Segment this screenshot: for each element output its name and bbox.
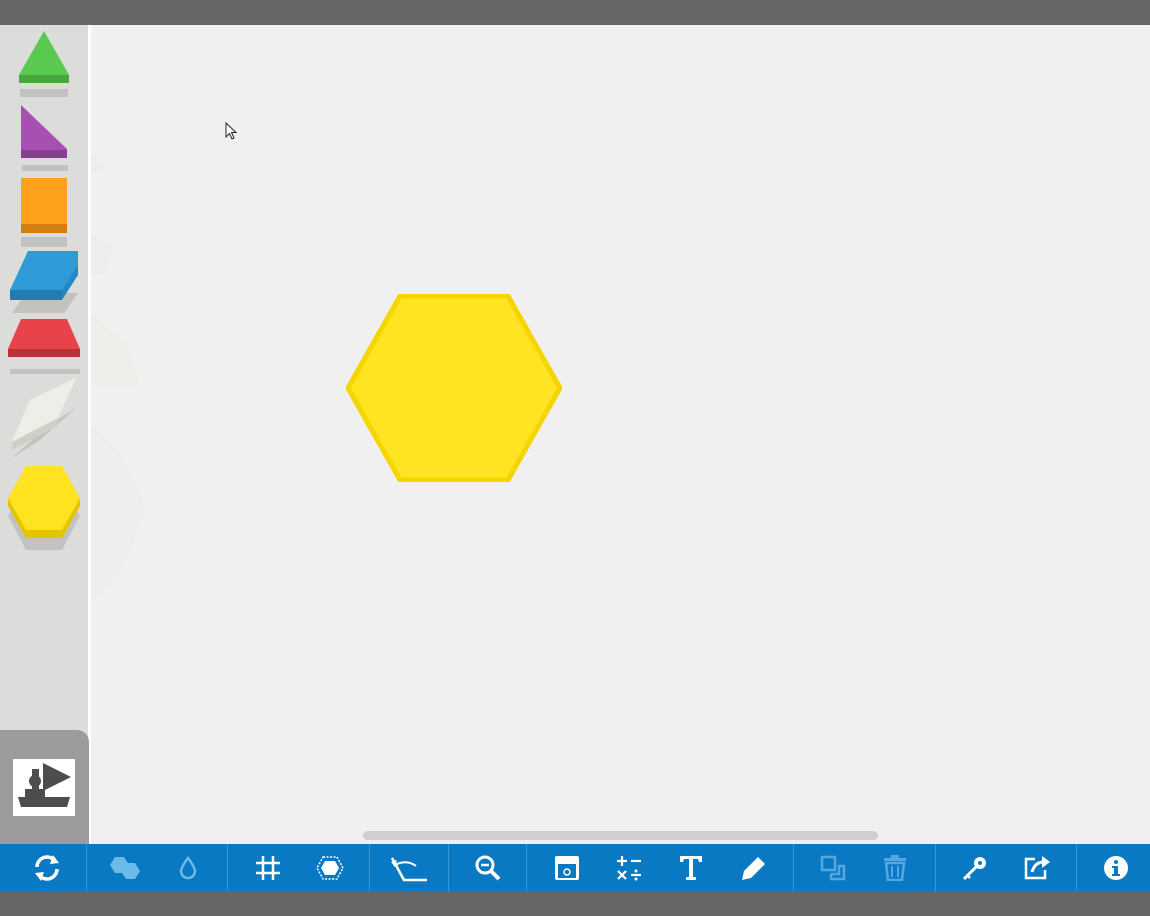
toolbar-separator xyxy=(369,844,370,891)
window-icon xyxy=(555,855,579,880)
reset-button[interactable] xyxy=(22,844,72,891)
share-icon xyxy=(1024,855,1050,879)
red-trapezoid-icon[interactable] xyxy=(8,319,82,375)
stamp-tool-button[interactable] xyxy=(13,759,75,816)
toolbar-separator xyxy=(1076,844,1077,891)
hexagon-piece[interactable] xyxy=(346,294,562,482)
pattern-block-workspace[interactable] xyxy=(91,25,1150,844)
trash-icon xyxy=(884,854,906,881)
droplet-icon xyxy=(179,855,197,879)
zoom-out-button[interactable] xyxy=(463,844,513,891)
stamp-tool-icon xyxy=(18,763,71,807)
orange-square-icon[interactable] xyxy=(21,178,69,248)
grid-icon xyxy=(256,855,280,880)
toolbar-separator xyxy=(448,844,449,891)
draw-button[interactable] xyxy=(729,844,779,891)
background-button[interactable] xyxy=(542,844,592,891)
operators-icon xyxy=(617,855,641,880)
pencil-icon xyxy=(742,856,765,880)
yellow-hexagon-icon[interactable] xyxy=(8,466,82,554)
shape-palette-sidebar xyxy=(0,25,88,844)
toolbar-separator xyxy=(935,844,936,891)
shapes-set-button[interactable] xyxy=(101,844,151,891)
info-button[interactable] xyxy=(1091,844,1141,891)
tan-rhombus-icon[interactable] xyxy=(10,378,78,464)
angles-button[interactable] xyxy=(384,844,434,891)
info-icon xyxy=(1104,855,1128,880)
toolbar-separator xyxy=(86,844,87,891)
toolbar-separator xyxy=(227,844,228,891)
grid-button[interactable] xyxy=(243,844,293,891)
horizontal-scrollbar[interactable] xyxy=(363,831,878,840)
zoom-out-icon xyxy=(475,855,501,880)
text-icon xyxy=(680,855,702,880)
bottom-frame-bar xyxy=(0,891,1150,916)
key-icon xyxy=(962,856,986,880)
purple-triangle-icon[interactable] xyxy=(20,105,70,171)
bottom-toolbar xyxy=(0,844,1150,891)
key-button[interactable] xyxy=(950,844,1000,891)
refresh-icon xyxy=(35,854,59,881)
delete-button[interactable] xyxy=(870,844,920,891)
fill-color-button[interactable] xyxy=(163,844,213,891)
angle-icon xyxy=(390,856,427,881)
green-triangle-icon[interactable] xyxy=(17,31,71,99)
toolbar-separator xyxy=(526,844,527,891)
share-button[interactable] xyxy=(1012,844,1062,891)
hexagons-icon xyxy=(110,856,140,879)
mouse-cursor-icon xyxy=(225,122,238,140)
faded-shape-ghosts xyxy=(91,155,146,605)
hexagon-outline-icon xyxy=(316,855,344,880)
top-frame-bar xyxy=(0,0,1150,25)
duplicate-button[interactable] xyxy=(808,844,858,891)
duplicate-icon xyxy=(820,855,846,880)
outline-button[interactable] xyxy=(305,844,355,891)
text-button[interactable] xyxy=(666,844,716,891)
toolbar-separator xyxy=(793,844,794,891)
blue-rhombus-icon[interactable] xyxy=(10,251,80,315)
math-operators-button[interactable] xyxy=(604,844,654,891)
